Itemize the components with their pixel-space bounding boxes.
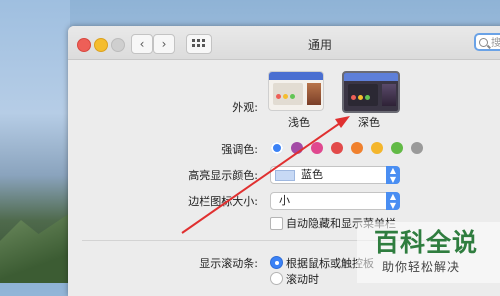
watermark-title: 百科全说 <box>374 228 479 257</box>
watermark-subtitle: 助你轻松解决 <box>382 260 461 274</box>
